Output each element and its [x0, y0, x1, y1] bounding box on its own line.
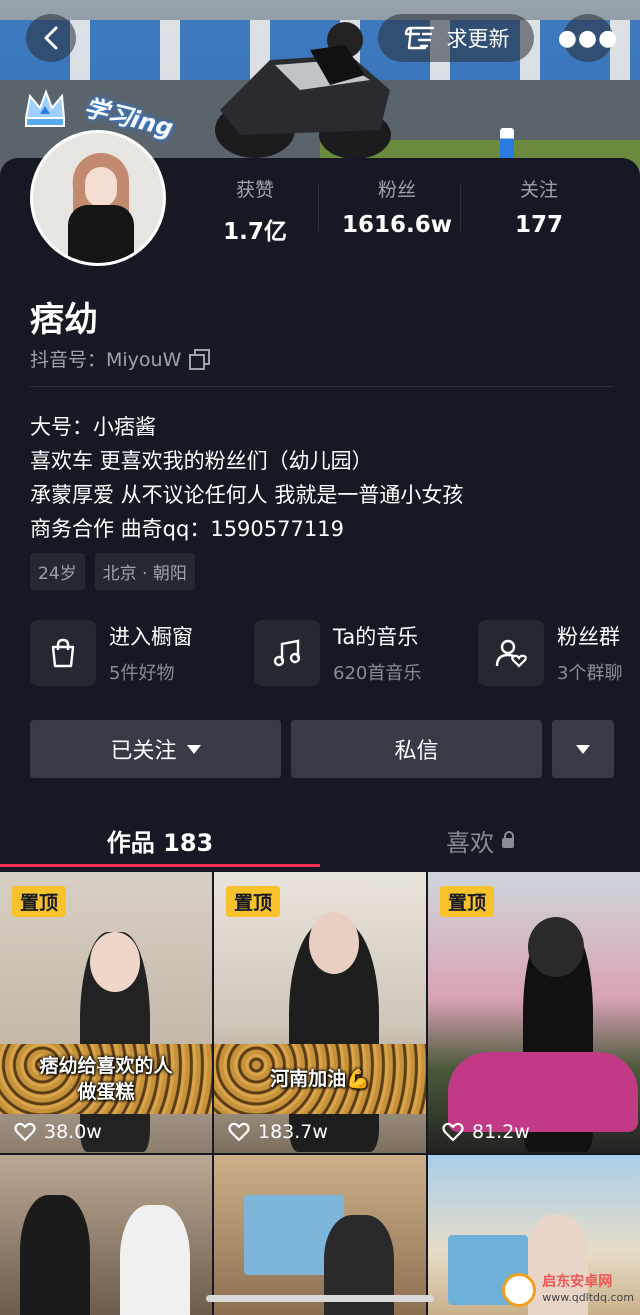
back-button[interactable]: [26, 14, 76, 62]
video-tile[interactable]: [214, 1155, 426, 1315]
video-tile[interactable]: 启东安卓网 www.qdltdq.com: [428, 1155, 640, 1315]
copy-icon[interactable]: [189, 348, 211, 370]
pinned-badge: 置顶: [440, 886, 495, 917]
lock-icon: [502, 831, 514, 848]
video-thumbnail: [20, 1195, 90, 1315]
likes-count: 81.2w: [472, 1121, 530, 1143]
tab-works[interactable]: 作品 183: [0, 810, 320, 870]
bio-line: 大号：小痞酱: [30, 415, 156, 439]
stat-label: 粉丝: [377, 179, 416, 201]
shortcut-subtitle: 5件好物: [109, 663, 175, 684]
traffic-cone: [500, 128, 514, 158]
divider: [30, 386, 614, 387]
shopping-bag-icon: [30, 620, 96, 686]
stat-followers[interactable]: 粉丝 1616.6w: [318, 175, 468, 245]
likes-count: 183.7w: [258, 1121, 328, 1143]
profile-stats: 获赞 1.7亿 粉丝 1616.6w 关注 177: [184, 175, 640, 245]
heart-icon: [442, 1122, 464, 1142]
bio-line: 承蒙厚爱 从不议论任何人 我就是一普通小女孩: [30, 483, 464, 507]
caption-line: 做蛋糕: [77, 1081, 135, 1103]
shortcut-subtitle: 620首音乐: [333, 663, 422, 684]
bio-line: 喜欢车 更喜欢我的粉丝们（幼儿园）: [30, 449, 373, 473]
tab-likes-label: 喜欢: [446, 828, 494, 857]
more-dots-icon: ●●●: [557, 25, 619, 51]
caret-down-icon: [576, 744, 590, 754]
shortcut-title: Ta的音乐: [333, 625, 419, 649]
watermark-logo-icon: [502, 1273, 537, 1307]
heart-icon: [228, 1122, 250, 1142]
following-button[interactable]: 已关注: [30, 720, 281, 778]
heart-icon: [14, 1122, 36, 1142]
profile-tags: 24岁 北京 · 朝阳: [30, 553, 195, 590]
stat-value: 177: [514, 212, 563, 238]
shortcut-showcase[interactable]: 进入橱窗 5件好物: [30, 620, 254, 686]
shortcut-row: 进入橱窗 5件好物 Ta的音乐 620首音乐 粉丝群 3个群聊: [30, 620, 640, 686]
home-indicator[interactable]: [206, 1295, 434, 1302]
video-likes: 38.0w: [14, 1121, 102, 1143]
video-likes: 81.2w: [442, 1121, 530, 1143]
stat-label: 关注: [519, 179, 558, 201]
tab-works-label: 作品 183: [106, 828, 214, 857]
tab-underline: [0, 864, 320, 867]
video-caption: 河南加油💪: [214, 1044, 426, 1114]
video-caption: 痞幼给喜欢的人 做蛋糕: [0, 1044, 212, 1114]
chevron-left-icon: [44, 26, 58, 50]
stat-label: 获赞: [235, 179, 274, 201]
request-update-label: 求更新: [446, 27, 510, 51]
watermark: 启东安卓网 www.qdltdq.com: [502, 1273, 634, 1307]
watermark-url: www.qdltdq.com: [542, 1291, 634, 1304]
profile-bio: 大号：小痞酱 喜欢车 更喜欢我的粉丝们（幼儿园） 承蒙厚爱 从不议论任何人 我就…: [30, 410, 463, 546]
shortcut-fan-group[interactable]: 粉丝群 3个群聊: [478, 620, 640, 686]
stat-value: 1.7亿: [223, 219, 287, 245]
profile-name: 痞幼: [30, 300, 98, 340]
pinned-badge: 置顶: [12, 886, 67, 917]
motorcycle-image: [215, 22, 391, 159]
avatar[interactable]: [30, 130, 166, 266]
music-note-icon: [254, 620, 320, 686]
message-label: 私信: [394, 739, 439, 764]
location-tag: 北京 · 朝阳: [94, 553, 195, 590]
watermark-title: 启东安卓网: [542, 1274, 613, 1290]
video-tile[interactable]: 置顶 痞幼给喜欢的人 做蛋糕 38.0w: [0, 872, 212, 1153]
stat-value: 1616.6w: [341, 212, 452, 238]
caption-line: 河南加油💪: [270, 1068, 370, 1090]
bio-line: 商务合作 曲奇qq：1590577119: [30, 517, 344, 541]
fan-group-icon: [478, 620, 544, 686]
stat-following[interactable]: 关注 177: [460, 175, 610, 245]
avatar-image: [30, 130, 166, 266]
tab-likes[interactable]: 喜欢: [320, 810, 640, 870]
shortcut-music[interactable]: Ta的音乐 620首音乐: [254, 620, 478, 686]
caption-line: 痞幼给喜欢的人: [39, 1055, 173, 1077]
message-button[interactable]: 私信: [291, 720, 542, 778]
shortcut-title: 进入橱窗: [109, 625, 193, 649]
stat-likes[interactable]: 获赞 1.7亿: [184, 175, 326, 245]
more-button[interactable]: ●●●: [558, 14, 617, 62]
video-tile[interactable]: 置顶 81.2w: [428, 872, 640, 1153]
following-label: 已关注: [110, 739, 177, 764]
shortcut-title: 粉丝群: [557, 625, 620, 649]
request-update-button[interactable]: 求更新: [378, 14, 534, 62]
caret-down-icon: [186, 744, 201, 754]
likes-count: 38.0w: [44, 1121, 102, 1143]
video-likes: 183.7w: [228, 1121, 328, 1143]
video-grid: 置顶 痞幼给喜欢的人 做蛋糕 38.0w 置顶 河南加油💪 183.7w 置顶 …: [0, 872, 640, 1315]
douyin-id: 抖音号：MiyouW: [30, 345, 211, 372]
recommend-dropdown-button[interactable]: [552, 720, 614, 778]
shortcut-subtitle: 3个群聊: [557, 663, 623, 684]
age-tag: 24岁: [30, 553, 85, 590]
action-row: 已关注 私信: [30, 720, 614, 778]
video-tile[interactable]: [0, 1155, 212, 1315]
pinned-badge: 置顶: [226, 886, 281, 917]
crown-icon: [24, 89, 66, 127]
video-tile[interactable]: 置顶 河南加油💪 183.7w: [214, 872, 426, 1153]
douyin-id-text: 抖音号：MiyouW: [30, 349, 182, 371]
hand-pointing-icon: [404, 26, 434, 50]
